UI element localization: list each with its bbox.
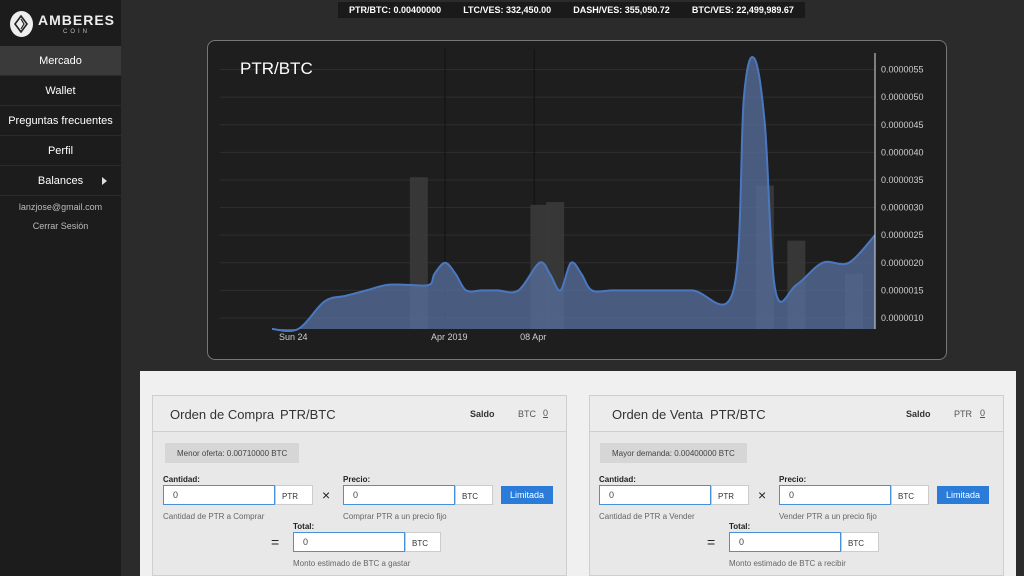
diamond-logo-icon [10,11,33,37]
sell-limit-button[interactable]: Limitada [937,486,990,504]
buy-order-header: Orden de Compra PTR/BTC Saldo BTC 0 [153,396,566,432]
precio-label: Precio: [343,475,371,484]
y-tick-label: 0.0000020 [881,258,924,268]
buy-order-panel: Orden de Compra PTR/BTC Saldo BTC 0 Meno… [152,395,567,576]
buy-order-title: Orden de Compra [170,407,275,422]
user-email: lanzjose@gmail.com [18,202,103,212]
y-tick-label: 0.0000015 [881,285,924,295]
x-tick-label: 08 Apr [520,332,546,342]
sell-cantidad-unit: PTR [711,485,749,505]
buy-cantidad-help: Cantidad de PTR a Comprar [163,512,265,521]
chart-title: PTR/BTC [240,59,313,78]
cantidad-label: Cantidad: [599,475,636,484]
buy-order-pair: PTR/BTC [280,407,336,422]
x-tick-label: Sun 24 [279,332,308,342]
sell-order-header: Orden de Venta PTR/BTC Saldo PTR 0 [590,396,1003,432]
brand-logo[interactable]: AMBERES COIN [10,8,115,40]
sidebar-item-label: Wallet [45,84,76,97]
total-label: Total: [729,522,751,531]
buy-total-input[interactable] [293,532,405,552]
buy-total-unit: BTC [405,532,441,552]
sell-order-title: Orden de Venta [612,407,704,422]
price-chart[interactable]: 0.0000010 0.0000015 0.0000020 0.0000025 0.00… [208,41,948,361]
times-sign: × [322,487,331,503]
equals-sign: = [271,534,280,550]
sell-total-unit: BTC [841,532,879,552]
sidebar-item-perfil[interactable]: Perfil [0,136,121,166]
brand-name: AMBERES [37,12,115,28]
sidebar-item-label: Preguntas frecuentes [8,114,113,127]
sell-saldo-value[interactable]: 0 [980,408,985,418]
buy-precio-input[interactable] [343,485,455,505]
buy-precio-unit: BTC [455,485,493,505]
y-tick-label: 0.0000010 [881,313,924,323]
y-tick-label: 0.0000045 [881,120,924,130]
price-ticker: PTR/BTC: 0.00400000 LTC/VES: 332,450.00 … [338,2,805,18]
caret-right-icon [102,177,107,185]
brand-sub: COIN [62,29,90,35]
buy-saldo-value[interactable]: 0 [543,408,548,418]
equals-sign: = [707,534,716,550]
buy-saldo-label: Saldo [470,409,495,419]
buy-saldo-currency: BTC [518,409,536,419]
sidebar-item-label: Balances [37,174,84,187]
buy-cantidad-input[interactable] [163,485,275,505]
sidebar-item-balances[interactable]: Balances [0,166,121,196]
sell-saldo-currency: PTR [954,409,972,419]
logout-link[interactable]: Cerrar Sesión [0,221,121,231]
y-tick-label: 0.0000025 [881,230,924,240]
best-offer-info: Menor oferta: 0.00710000 BTC [165,443,300,463]
y-tick-label: 0.0000030 [881,203,924,213]
sell-cantidad-input[interactable] [599,485,711,505]
x-tick-label: Apr 2019 [431,332,468,342]
ticker-item: LTC/VES: 332,450.00 [463,5,552,15]
sell-precio-help: Vender PTR a un precio fijo [779,512,877,521]
sell-precio-unit: BTC [891,485,929,505]
buy-cantidad-unit: PTR [275,485,313,505]
y-tick-label: 0.0000055 [881,65,924,75]
price-chart-panel: 0.0000010 0.0000015 0.0000020 0.0000025 0.00… [207,40,947,360]
sell-saldo-label: Saldo [906,409,931,419]
y-tick-label: 0.0000035 [881,175,924,185]
ticker-item: PTR/BTC: 0.00400000 [349,5,442,15]
y-tick-label: 0.0000050 [881,92,924,102]
sidebar-item-mercado[interactable]: Mercado [0,46,121,76]
sidebar-item-wallet[interactable]: Wallet [0,76,121,106]
sidebar-item-label: Perfil [47,144,74,157]
sell-order-panel: Orden de Venta PTR/BTC Saldo PTR 0 Mayor… [589,395,1004,576]
y-tick-label: 0.0000040 [881,147,924,157]
sidebar-nav: Mercado Wallet Preguntas frecuentes Perf… [0,46,121,196]
cantidad-label: Cantidad: [163,475,200,484]
sidebar: AMBERES COIN Mercado Wallet Preguntas fr… [0,0,121,576]
sell-total-input[interactable] [729,532,841,552]
sell-total-help: Monto estimado de BTC a recibir [729,559,846,568]
sidebar-item-faq[interactable]: Preguntas frecuentes [0,106,121,136]
sell-cantidad-help: Cantidad de PTR a Vender [599,512,695,521]
precio-label: Precio: [779,475,807,484]
buy-limit-button[interactable]: Limitada [501,486,554,504]
ticker-item: BTC/VES: 22,499,989.67 [691,5,794,15]
ticker-item: DASH/VES: 355,050.72 [573,5,670,15]
total-label: Total: [293,522,315,531]
best-demand-info: Mayor demanda: 0.00400000 BTC [600,443,747,463]
sell-order-pair: PTR/BTC [710,407,766,422]
sidebar-item-label: Mercado [39,54,82,67]
sell-precio-input[interactable] [779,485,891,505]
buy-total-help: Monto estimado de BTC a gastar [293,559,411,568]
buy-precio-help: Comprar PTR a un precio fijo [343,512,447,521]
times-sign: × [758,487,767,503]
